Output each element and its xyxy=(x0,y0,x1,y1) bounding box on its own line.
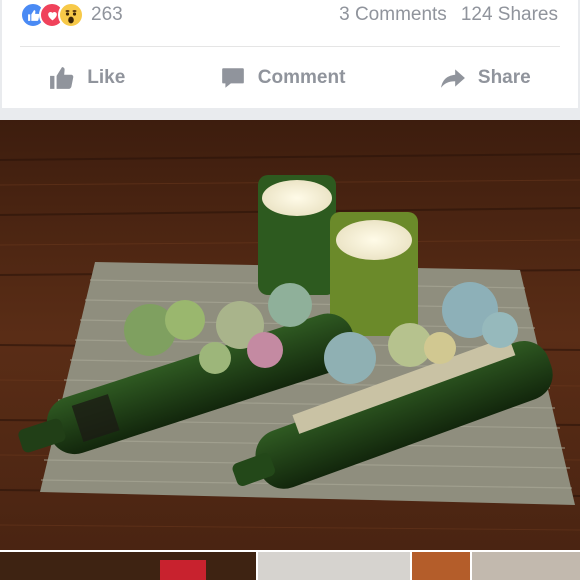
thumbnail[interactable] xyxy=(160,560,206,580)
reactions-summary[interactable]: 263 xyxy=(20,0,123,30)
wine-bottle-succulent-planter-image xyxy=(0,120,580,550)
share-arrow-icon xyxy=(440,69,465,88)
reaction-count: 263 xyxy=(91,4,123,25)
post-photo[interactable] xyxy=(0,120,580,550)
thumbs-up-icon xyxy=(50,67,74,89)
share-button[interactable]: Share xyxy=(440,65,531,91)
thumbnail[interactable] xyxy=(412,552,470,580)
divider xyxy=(20,46,560,47)
action-bar: Like Comment Share xyxy=(2,56,578,100)
comment-label: Comment xyxy=(257,67,346,88)
wow-reaction-icon xyxy=(58,2,84,28)
post-stats: 3 Comments 124 Shares xyxy=(339,0,558,30)
feed-separator xyxy=(0,108,580,120)
comment-icon xyxy=(221,68,244,88)
share-label: Share xyxy=(477,67,531,88)
comments-count[interactable]: 3 Comments xyxy=(339,4,447,26)
thumbnail[interactable] xyxy=(0,552,256,580)
post-footer: 263 3 Comments 124 Shares Like Comment S… xyxy=(0,0,580,108)
comment-button[interactable]: Comment xyxy=(220,65,346,91)
thumbnail[interactable] xyxy=(472,552,580,580)
shares-count[interactable]: 124 Shares xyxy=(461,4,558,26)
photo-thumbnails-strip xyxy=(0,552,580,580)
like-label: Like xyxy=(87,67,126,88)
like-button[interactable]: Like xyxy=(49,65,125,91)
thumbnail[interactable] xyxy=(258,552,410,580)
